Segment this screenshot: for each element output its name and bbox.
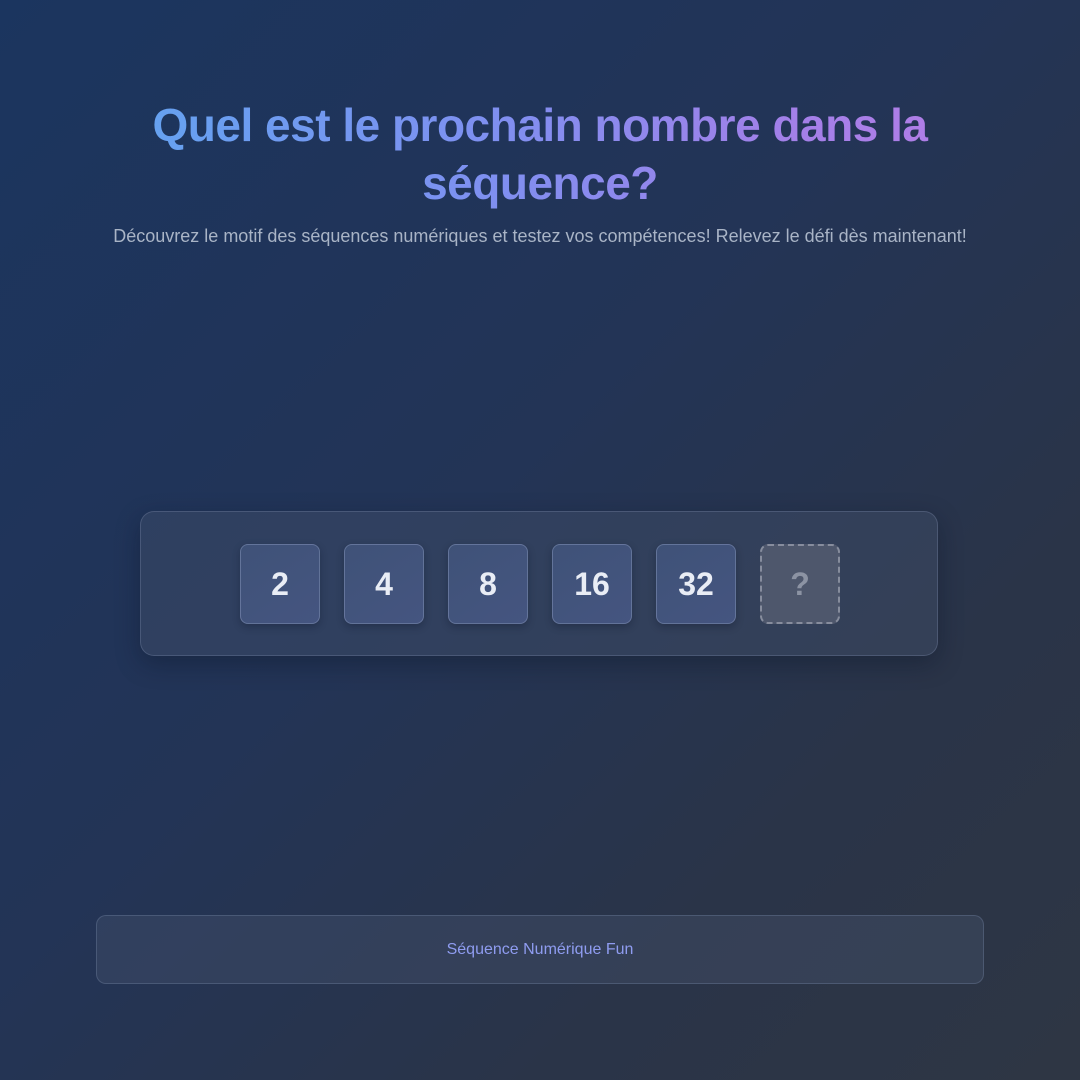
- page-subtitle: Découvrez le motif des séquences numériq…: [113, 226, 967, 246]
- sequence-panel: 2 4 8 16 32 ?: [140, 511, 938, 656]
- sequence-tile: 4: [344, 544, 424, 624]
- sequence-tile: 16: [552, 544, 632, 624]
- unknown-tile[interactable]: ?: [760, 544, 840, 624]
- sequence-tile: 8: [448, 544, 528, 624]
- sequence-row: 2 4 8 16 32 ?: [240, 544, 840, 624]
- page-title: Quel est le prochain nombre dans la séqu…: [100, 96, 980, 212]
- sequence-tile: 32: [656, 544, 736, 624]
- footer-text: Séquence Numérique Fun: [446, 940, 634, 958]
- header: Quel est le prochain nombre dans la séqu…: [100, 96, 980, 247]
- sequence-tile: 2: [240, 544, 320, 624]
- page: Quel est le prochain nombre dans la séqu…: [0, 0, 1080, 1080]
- footer: Séquence Numérique Fun: [96, 915, 984, 984]
